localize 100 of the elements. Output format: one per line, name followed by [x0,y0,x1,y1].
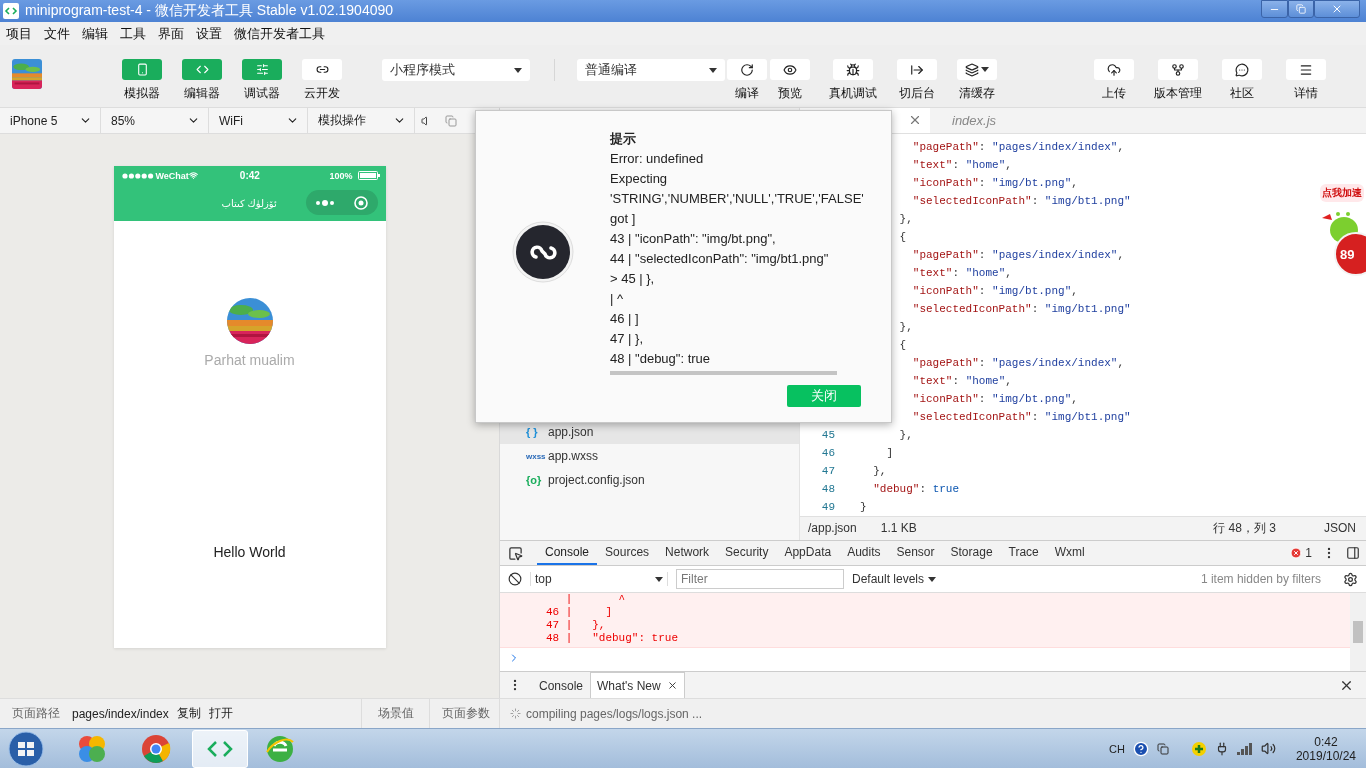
dock-icon[interactable] [1346,546,1360,560]
scene-label[interactable]: 场景值 [378,705,414,722]
browser-icon [141,733,171,764]
code-line: } [860,500,867,513]
levels-select[interactable]: Default levels [852,572,937,586]
error-counter[interactable]: 1 [1290,546,1312,560]
dialog-text: 47 | }, [610,330,644,348]
line-number: 46 [820,446,835,459]
capsule-button[interactable] [305,190,378,215]
settings-icon[interactable] [1343,571,1358,587]
menu-item[interactable]: 微信开发者工具 [234,24,325,43]
inspect-icon[interactable] [508,545,523,561]
status-label: 页面路径 [12,705,60,722]
menu-item[interactable]: 设置 [196,24,222,43]
drawer-tab[interactable]: What's New [590,672,685,698]
menu-item[interactable]: 项目 [6,24,32,43]
layers-icon [965,62,979,77]
params-label[interactable]: 页面参数 [442,705,490,722]
cursor-position: 行 48，列 3 [1213,519,1276,537]
drawer-tab[interactable]: Console [532,672,591,698]
device-select[interactable]: WiFi [209,108,308,133]
menu-item[interactable]: 编辑 [82,24,108,43]
minimize-button[interactable] [1261,0,1288,18]
devtools-tab[interactable]: Console [537,541,598,565]
devtools-tab[interactable]: Security [717,541,777,565]
menu-item[interactable]: 界面 [158,24,184,43]
clock[interactable]: 0:42 2019/10/24 [1295,734,1356,763]
view-toggle-button[interactable] [242,59,282,80]
restore-button[interactable] [1288,0,1314,18]
toolbar-button[interactable] [833,59,873,80]
toolbar-label: 模拟器 [124,85,160,102]
code-line: "text": "home", [911,374,1012,387]
devtools-tab[interactable]: Network [657,541,718,565]
file-name: app.json [548,425,594,439]
dialog-text: got ] [610,210,637,228]
toolbar-button[interactable] [727,59,767,80]
devtools-tab[interactable]: Sources [597,541,658,565]
device-select[interactable]: iPhone 5 [0,108,101,133]
toolbar-button[interactable] [897,59,937,80]
clear-icon[interactable] [508,572,522,586]
toolbar-button[interactable] [1094,59,1134,80]
wifi-icon [188,171,198,180]
code-line: "pagePath": "pages/index/index", [911,248,1125,261]
dialog-text: Error: undefined [610,150,705,168]
file-size: 1.1 KB [880,521,917,536]
devtools-tab[interactable]: Trace [1000,541,1047,565]
input-indicator[interactable]: CH [1109,742,1125,755]
caret-icon [514,67,522,73]
palette-icon [77,733,107,764]
taskbar-app[interactable] [192,729,248,768]
toolbar-button[interactable] [1222,59,1262,80]
cloud-upload-icon [1107,62,1121,77]
view-toggle-button[interactable] [302,59,342,80]
devtools-tab[interactable]: Wxml [1046,541,1093,565]
toolbar-button[interactable] [957,59,997,80]
file-item[interactable]: wxss app.wxss [500,444,799,468]
close-button[interactable] [1314,0,1360,18]
window-icon[interactable] [1156,742,1169,755]
signal-icon [121,172,154,179]
copy-link[interactable]: 复制 [176,705,201,722]
toolbar-label: 切后台 [899,85,935,102]
devtools-tab[interactable]: Audits [839,541,889,565]
file-item[interactable]: {o} project.config.json [500,468,799,492]
open-link[interactable]: 打开 [208,705,233,722]
context-select[interactable]: top [530,572,668,586]
device-select[interactable]: 85% [101,108,209,133]
sliders-icon [255,63,269,76]
language-label: JSON [1324,521,1356,536]
filter-field[interactable]: Filter [676,569,844,589]
caret-icon [981,67,989,72]
carrier-text: WeChat [155,170,189,181]
plus-icon[interactable] [1190,740,1207,757]
toolbar-button[interactable] [1286,59,1326,80]
code-line: "selectedIconPath": "img/bt1.png" [911,194,1131,207]
code-line: }, [898,428,913,441]
toolbar-label: 详情 [1294,85,1318,102]
devtools-tab[interactable]: AppData [776,541,840,565]
promo-bubble[interactable]: 点我加速 [1320,184,1364,202]
volume-icon[interactable] [1260,741,1276,756]
device-select[interactable]: 模拟操作 [308,108,415,133]
devtools-tab[interactable]: Sensor [888,541,943,565]
menu-item[interactable]: 工具 [120,24,146,43]
globe-icon [265,733,295,764]
help-icon[interactable] [1132,740,1149,757]
mode-select[interactable]: 小程序模式 [382,59,530,81]
battery-icon [357,171,380,180]
view-toggle-button[interactable] [122,59,162,80]
toolbar-button[interactable] [1158,59,1198,80]
devtools-tab[interactable]: Storage [942,541,1001,565]
menu-item[interactable]: 文件 [44,24,70,43]
view-toggle-button[interactable] [182,59,222,80]
toolbar-button[interactable] [770,59,810,80]
code-line: "iconPath": "img/bt.png", [911,176,1078,189]
dialog-text: > 45 | }, [610,270,656,288]
code-line: "pagePath": "pages/index/index", [911,140,1125,153]
logo-icon [512,221,574,283]
compile-select[interactable]: 普通编译 [577,59,725,81]
target-icon [354,195,368,210]
signal-icon[interactable] [1236,742,1253,755]
start-button[interactable] [6,729,46,768]
